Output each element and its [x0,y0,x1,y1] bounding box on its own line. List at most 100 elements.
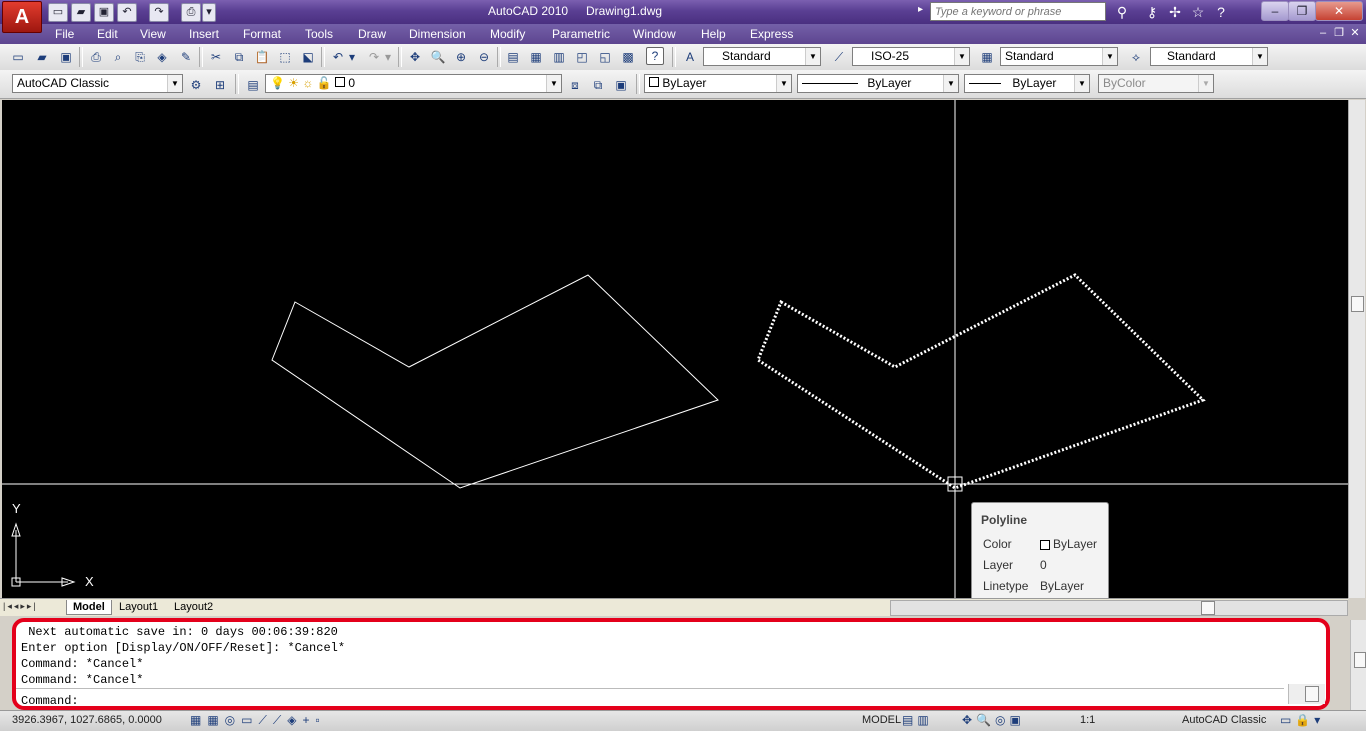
save-icon[interactable]: ▣ [94,3,114,22]
cut-icon[interactable]: ✂ [206,47,226,67]
menu-view[interactable]: View [140,27,166,41]
3d-dwf-icon[interactable]: ◈ [152,47,172,67]
maximize-button[interactable]: ❐ [1288,1,1316,21]
menu-help[interactable]: Help [701,27,726,41]
paste-icon[interactable]: 📋 [252,47,272,67]
text-style-dropdown[interactable]: Standard ▼ [703,47,821,66]
layer-dropdown[interactable]: 💡 ☀ ☼ 🔓 0 ▼ [265,74,562,93]
help-icon[interactable]: ? [1211,3,1231,21]
drafting-settings-icons[interactable]: ▦▦◎▭⟋⟋◈+▫ [190,713,410,727]
binoculars-icon[interactable]: ⚲ [1112,3,1132,21]
menu-modify[interactable]: Modify [490,27,525,41]
model-space-label[interactable]: MODEL [862,714,901,726]
command-scroll-thumb[interactable] [1305,686,1319,702]
block-editor-icon[interactable]: ⬕ [298,47,318,67]
communication-center-icon[interactable]: ✢ [1165,3,1185,21]
tab-model[interactable]: Model [66,600,112,615]
app-menu-button[interactable]: A [2,1,42,33]
vertical-scroll-thumb[interactable] [1351,296,1364,312]
drawing-canvas[interactable]: Y X [2,100,1348,598]
vertical-scrollbar[interactable] [1348,100,1365,598]
design-center-icon[interactable]: ▦ [526,47,546,67]
menu-format[interactable]: Format [243,27,281,41]
redo-icon[interactable]: ↷ [149,3,169,22]
save-drawing-icon[interactable]: ▣ [56,47,76,67]
workspace-settings-gear-icon[interactable]: ⚙ [186,75,206,95]
polyline-right-highlighted[interactable] [756,273,1206,490]
quick-view-icons[interactable]: ▤▥ [902,713,948,727]
horizontal-scrollbar[interactable] [890,600,1348,616]
tab-layout2[interactable]: Layout2 [168,600,219,614]
etransmit-icon[interactable]: ✎ [176,47,196,67]
tab-layout1[interactable]: Layout1 [113,600,164,614]
zoom-realtime-icon[interactable]: 🔍 [428,47,448,67]
qnew-icon[interactable]: ▭ [8,47,28,67]
command-vertical-scroll-thumb[interactable] [1354,652,1366,668]
undo-dropdown-icon[interactable]: ▾ [346,47,358,67]
sheet-set-manager-icon[interactable]: ◰ [572,47,592,67]
command-scrollbar[interactable] [1288,684,1325,704]
multileader-style-icon[interactable]: ⟡ [1126,47,1146,67]
copy-icon[interactable]: ⧉ [229,47,249,67]
menu-window[interactable]: Window [633,27,676,41]
horizontal-scroll-thumb[interactable] [1201,601,1215,615]
toolbar-help-icon[interactable]: ? [646,47,664,65]
tab-navigation-arrows-icon[interactable]: |◂◂▸▸| [3,601,63,614]
dim-style-icon[interactable]: ⟋ [829,47,849,67]
new-file-icon[interactable]: ▭ [48,3,68,22]
linetype-control-dropdown[interactable]: ByLayer ▼ [797,74,959,93]
doc-restore-icon[interactable]: ❐ [1332,26,1346,40]
workspace-customize-icon[interactable]: ⊞ [210,75,230,95]
color-control-dropdown[interactable]: ByLayer ▼ [644,74,792,93]
quick-access-dropdown-icon[interactable]: ▾ [202,3,216,22]
favorites-star-icon[interactable]: ☆ [1188,3,1208,21]
navigation-icons[interactable]: ✥🔍◎▣ [962,713,1052,727]
match-properties-icon[interactable]: ⬚ [275,47,295,67]
workspace-switch-label[interactable]: AutoCAD Classic [1182,714,1266,726]
minimize-button[interactable]: – [1261,1,1289,21]
text-style-icon[interactable]: A [680,47,700,67]
menu-tools[interactable]: Tools [305,27,333,41]
lineweight-control-dropdown[interactable]: ByLayer ▼ [964,74,1090,93]
open-folder-icon[interactable]: ▰ [71,3,91,22]
zoom-previous-icon[interactable]: ⊖ [474,47,494,67]
markup-set-manager-icon[interactable]: ◱ [595,47,615,67]
search-expand-icon[interactable]: ▸ [918,4,928,20]
undo-icon[interactable]: ↶ [117,3,137,22]
annotation-scale[interactable]: 1:1 [1080,714,1095,726]
plot-icon[interactable]: ⎙ [181,3,201,22]
menu-edit[interactable]: Edit [97,27,118,41]
toolbar-undo-icon[interactable]: ↶ [328,47,348,67]
plotstyle-control-dropdown[interactable]: ByColor ▼ [1098,74,1214,93]
table-style-dropdown[interactable]: Standard ▼ [1000,47,1118,66]
close-button[interactable]: ✕ [1315,1,1363,21]
subscription-key-icon[interactable]: ⚷ [1142,3,1162,21]
coordinate-readout[interactable]: 3926.3967, 1027.6865, 0.0000 [12,714,162,726]
doc-close-icon[interactable]: ✕ [1348,26,1362,40]
open-icon[interactable]: ▰ [32,47,52,67]
dim-style-dropdown[interactable]: ISO-25 ▼ [852,47,970,66]
zoom-window-icon[interactable]: ⊕ [451,47,471,67]
doc-minimize-icon[interactable]: – [1316,26,1330,40]
menu-dimension[interactable]: Dimension [409,27,466,41]
command-vertical-scrollbar[interactable] [1350,620,1366,710]
menu-express[interactable]: Express [750,27,793,41]
properties-icon[interactable]: ▤ [503,47,523,67]
pan-icon[interactable]: ✥ [405,47,425,67]
tool-palettes-icon[interactable]: ▥ [549,47,569,67]
redo-dropdown-icon[interactable]: ▾ [382,47,394,67]
plot-drawing-icon[interactable]: ⎙ [86,47,106,67]
layer-properties-icon[interactable]: ▤ [243,75,263,95]
table-style-icon[interactable]: ▦ [977,47,997,67]
layer-previous-icon[interactable]: ⧉ [588,75,608,95]
tray-icons[interactable]: ▭🔒▾ [1280,713,1340,727]
menu-draw[interactable]: Draw [358,27,386,41]
multileader-style-dropdown[interactable]: Standard ▼ [1150,47,1268,66]
polyline-left[interactable] [271,274,719,489]
publish-icon[interactable]: ⎘ [130,47,150,67]
plot-preview-icon[interactable]: ⌕ [108,47,128,67]
toolbar-redo-icon[interactable]: ↷ [364,47,384,67]
menu-file[interactable]: File [55,27,74,41]
workspace-dropdown[interactable]: AutoCAD Classic ▼ [12,74,183,93]
quickcalc-icon[interactable]: ▩ [618,47,638,67]
